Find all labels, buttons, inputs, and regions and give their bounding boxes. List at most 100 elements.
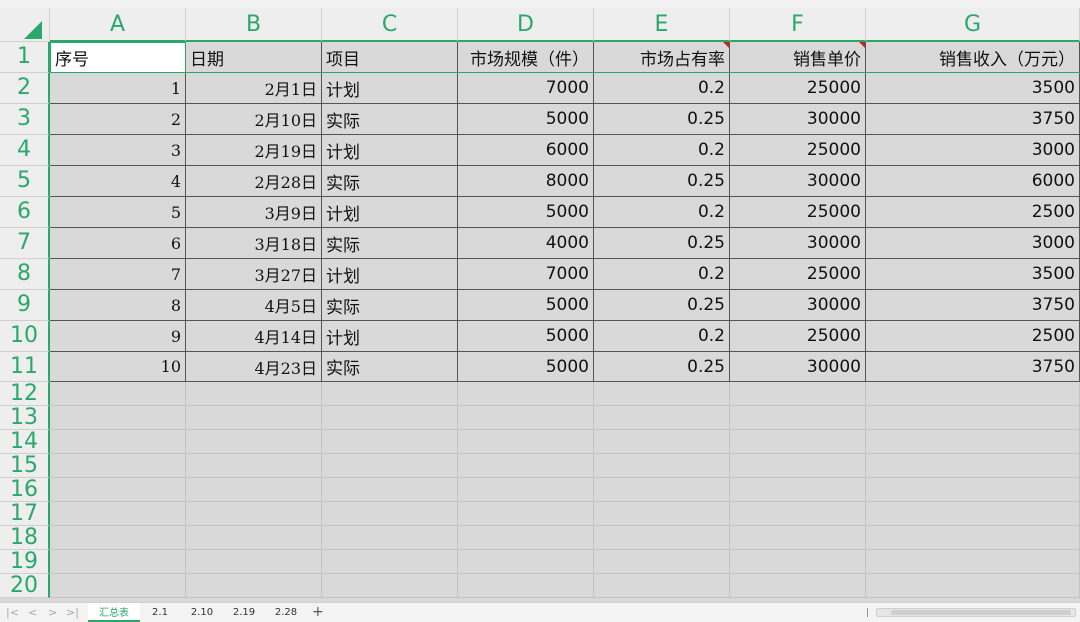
empty-cell[interactable] <box>186 406 322 430</box>
cell-b11[interactable]: 4月23日 <box>186 352 322 382</box>
empty-cell[interactable] <box>50 382 186 406</box>
empty-cell[interactable] <box>594 478 730 502</box>
empty-cell[interactable] <box>50 430 186 454</box>
first-sheet-icon[interactable]: |< <box>6 606 19 619</box>
cell-e2[interactable]: 0.2 <box>594 73 730 104</box>
header-cell-e[interactable]: 市场占有率 <box>594 42 730 73</box>
prev-sheet-icon[interactable]: < <box>28 606 37 619</box>
header-cell-f[interactable]: 销售单价 <box>730 42 866 73</box>
spreadsheet-grid[interactable]: ABCDEFG 1 2 3 4 5 6 7 8 9 10 11 12 13 14 15 16 17 18 19 20 … <box>0 0 1080 602</box>
empty-cell[interactable] <box>322 430 458 454</box>
empty-cell[interactable] <box>186 454 322 478</box>
cell-e7[interactable]: 0.25 <box>594 228 730 259</box>
cell-c8[interactable]: 计划 <box>322 259 458 290</box>
cell-d2[interactable]: 7000 <box>458 73 594 104</box>
cell-f10[interactable]: 25000 <box>730 321 866 352</box>
empty-cell[interactable] <box>322 382 458 406</box>
empty-cell[interactable] <box>50 502 186 526</box>
cell-d11[interactable]: 5000 <box>458 352 594 382</box>
empty-cell[interactable] <box>594 406 730 430</box>
cell-f5[interactable]: 30000 <box>730 166 866 197</box>
sheet-tab-2-28[interactable]: 2.28 <box>268 603 304 622</box>
cell-c9[interactable]: 实际 <box>322 290 458 321</box>
row-header-13[interactable]: 13 <box>0 406 50 430</box>
cell-b8[interactable]: 3月27日 <box>186 259 322 290</box>
column-header-f[interactable]: F <box>730 8 866 42</box>
empty-cell[interactable] <box>458 550 594 574</box>
row-header-2[interactable]: 2 <box>0 73 50 104</box>
row-header-3[interactable]: 3 <box>0 104 50 135</box>
empty-cell[interactable] <box>50 478 186 502</box>
cell-c10[interactable]: 计划 <box>322 321 458 352</box>
empty-cell[interactable] <box>322 478 458 502</box>
cell-a7[interactable]: 6 <box>50 228 186 259</box>
cell-b10[interactable]: 4月14日 <box>186 321 322 352</box>
empty-cell[interactable] <box>730 406 866 430</box>
empty-cell[interactable] <box>186 574 322 598</box>
scroll-thumb[interactable] <box>891 610 1071 615</box>
empty-cell[interactable] <box>50 574 186 598</box>
row-header-20[interactable]: 20 <box>0 574 50 598</box>
empty-cell[interactable] <box>458 478 594 502</box>
cell-g10[interactable]: 2500 <box>866 321 1080 352</box>
cell-b2[interactable]: 2月1日 <box>186 73 322 104</box>
empty-cell[interactable] <box>458 526 594 550</box>
column-header-a[interactable]: A <box>50 8 186 42</box>
row-header-17[interactable]: 17 <box>0 502 50 526</box>
cell-c4[interactable]: 计划 <box>322 135 458 166</box>
cell-b7[interactable]: 3月18日 <box>186 228 322 259</box>
empty-cell[interactable] <box>866 502 1080 526</box>
empty-cell[interactable] <box>186 382 322 406</box>
empty-cell[interactable] <box>594 382 730 406</box>
cell-f4[interactable]: 25000 <box>730 135 866 166</box>
comment-indicator-icon[interactable] <box>723 42 729 48</box>
empty-cell[interactable] <box>50 526 186 550</box>
column-header-d[interactable]: D <box>458 8 594 42</box>
empty-cell[interactable] <box>866 454 1080 478</box>
empty-cell[interactable] <box>186 478 322 502</box>
cell-d3[interactable]: 5000 <box>458 104 594 135</box>
header-cell-b[interactable]: 日期 <box>186 42 322 73</box>
empty-cell[interactable] <box>50 406 186 430</box>
cell-f7[interactable]: 30000 <box>730 228 866 259</box>
cell-c7[interactable]: 实际 <box>322 228 458 259</box>
cell-a11[interactable]: 10 <box>50 352 186 382</box>
row-header-18[interactable]: 18 <box>0 526 50 550</box>
empty-cell[interactable] <box>594 430 730 454</box>
sheet-tab-2-10[interactable]: 2.10 <box>184 603 220 622</box>
empty-cell[interactable] <box>186 430 322 454</box>
row-header-12[interactable]: 12 <box>0 382 50 406</box>
row-header-7[interactable]: 7 <box>0 228 50 259</box>
cell-d10[interactable]: 5000 <box>458 321 594 352</box>
row-header-11[interactable]: 11 <box>0 352 50 382</box>
empty-cell[interactable] <box>458 454 594 478</box>
cell-d6[interactable]: 5000 <box>458 197 594 228</box>
empty-cell[interactable] <box>866 526 1080 550</box>
empty-cell[interactable] <box>594 526 730 550</box>
row-header-19[interactable]: 19 <box>0 550 50 574</box>
cell-e6[interactable]: 0.2 <box>594 197 730 228</box>
empty-cell[interactable] <box>322 406 458 430</box>
empty-cell[interactable] <box>594 574 730 598</box>
cell-a9[interactable]: 8 <box>50 290 186 321</box>
cell-g2[interactable]: 3500 <box>866 73 1080 104</box>
cell-g11[interactable]: 3750 <box>866 352 1080 382</box>
sheet-tab-summary[interactable]: 汇总表 <box>88 603 140 622</box>
empty-cell[interactable] <box>866 574 1080 598</box>
cell-a8[interactable]: 7 <box>50 259 186 290</box>
horizontal-scrollbar[interactable] <box>876 608 1076 617</box>
empty-cell[interactable] <box>594 454 730 478</box>
cell-f2[interactable]: 25000 <box>730 73 866 104</box>
empty-cell[interactable] <box>730 526 866 550</box>
column-header-g[interactable]: G <box>866 8 1080 42</box>
empty-cell[interactable] <box>730 574 866 598</box>
empty-cell[interactable] <box>866 550 1080 574</box>
cell-d9[interactable]: 5000 <box>458 290 594 321</box>
row-header-14[interactable]: 14 <box>0 430 50 454</box>
cell-g7[interactable]: 3000 <box>866 228 1080 259</box>
empty-cell[interactable] <box>186 526 322 550</box>
cell-a4[interactable]: 3 <box>50 135 186 166</box>
empty-cell[interactable] <box>458 574 594 598</box>
comment-indicator-icon[interactable] <box>859 42 865 48</box>
row-header-1[interactable]: 1 <box>0 42 50 73</box>
